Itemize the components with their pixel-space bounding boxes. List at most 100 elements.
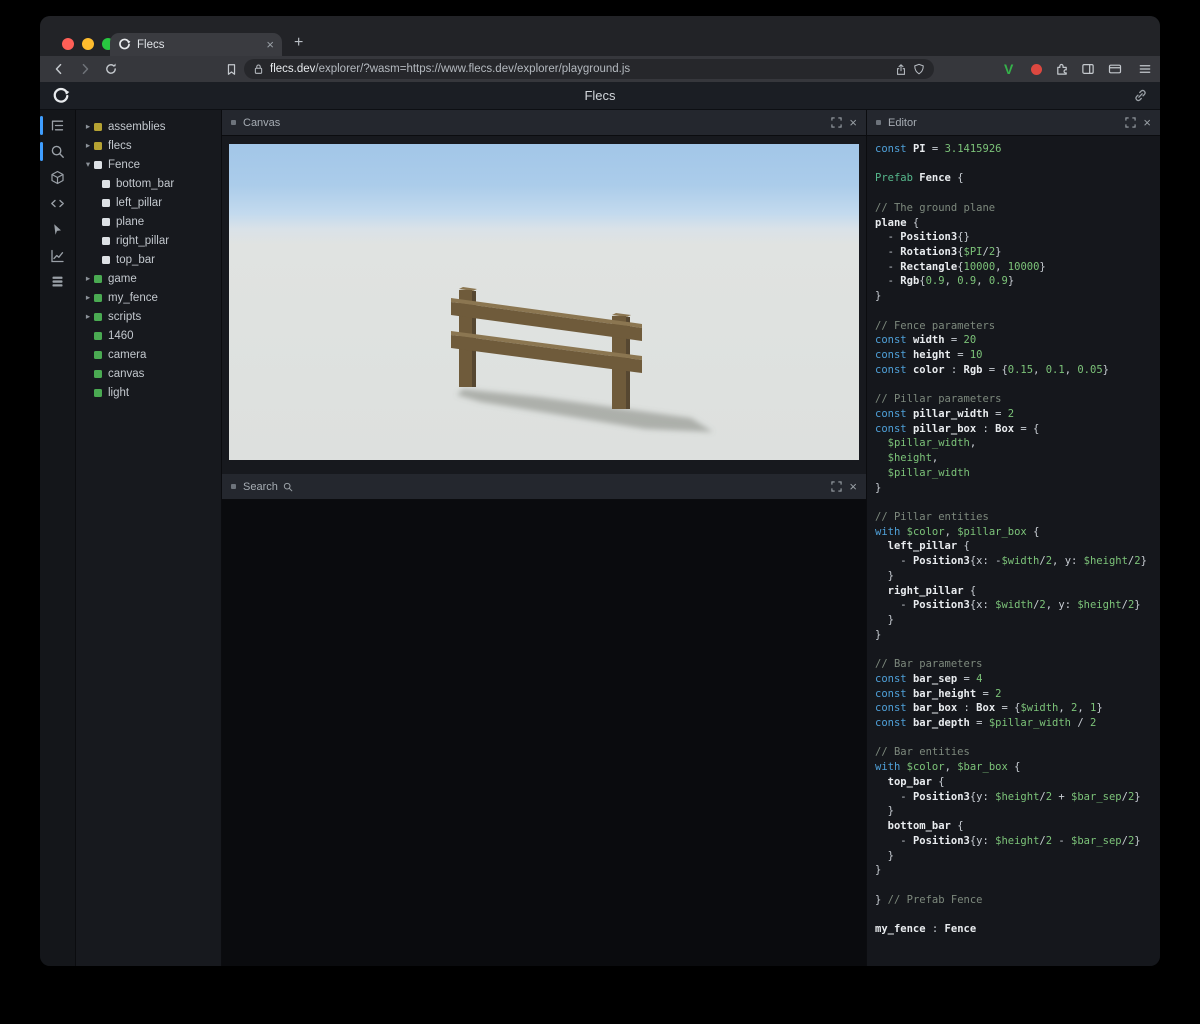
panel-expand-button[interactable]	[831, 481, 842, 492]
editor-panel: Editor × const PI = 3.1415926 Prefab Fen…	[866, 110, 1160, 966]
window-minimize-button[interactable]	[82, 38, 94, 50]
code-line: - Rectangle{10000, 10000}	[875, 260, 1160, 275]
panel-expand-button[interactable]	[1125, 117, 1136, 128]
entity-kind-swatch	[94, 161, 102, 169]
code-line: }	[875, 863, 1160, 878]
entity-kind-swatch	[102, 237, 110, 245]
code-line: // Pillar parameters	[875, 392, 1160, 407]
code-line: }	[875, 613, 1160, 628]
code-line: const bar_box : Box = {$width, 2, 1}	[875, 701, 1160, 716]
bookmark-icon[interactable]	[222, 60, 240, 78]
code-icon[interactable]	[40, 195, 75, 212]
search-icon[interactable]	[40, 143, 75, 160]
code-line	[875, 907, 1160, 922]
code-line: }	[875, 481, 1160, 496]
tree-item-left_pillar[interactable]: left_pillar	[76, 193, 221, 212]
lock-icon	[253, 63, 264, 75]
entity-kind-swatch	[102, 199, 110, 207]
code-line: }	[875, 628, 1160, 643]
tree-item-game[interactable]: ▸game	[76, 269, 221, 288]
panel-close-button[interactable]: ×	[1143, 116, 1151, 129]
code-line: - Position3{y: $height/2 - $bar_sep/2}	[875, 834, 1160, 849]
flecs-favicon-icon	[118, 38, 131, 51]
back-button[interactable]	[50, 60, 68, 78]
tree-item-label: Fence	[108, 159, 140, 171]
tree-item-label: bottom_bar	[116, 178, 174, 190]
tree-item-camera[interactable]: camera	[76, 345, 221, 364]
tree-item-scripts[interactable]: ▸scripts	[76, 307, 221, 326]
code-line: const pillar_width = 2	[875, 407, 1160, 422]
editor-code[interactable]: const PI = 3.1415926 Prefab Fence { // T…	[867, 136, 1160, 966]
code-line	[875, 495, 1160, 510]
tree-item-light[interactable]: light	[76, 383, 221, 402]
code-line: right_pillar {	[875, 584, 1160, 599]
entities-icon[interactable]	[40, 169, 75, 186]
code-line	[875, 878, 1160, 893]
tree-item-right_pillar[interactable]: right_pillar	[76, 231, 221, 250]
wallet-card-icon[interactable]	[1106, 60, 1124, 78]
code-line: - Position3{}	[875, 230, 1160, 245]
menu-icon[interactable]	[1136, 60, 1154, 78]
tree-item-label: flecs	[108, 140, 132, 152]
tree-item-bottom_bar[interactable]: bottom_bar	[76, 174, 221, 193]
panel-close-button[interactable]: ×	[849, 116, 857, 129]
code-line: - Position3{y: $height/2 + $bar_sep/2}	[875, 790, 1160, 805]
panel-close-button[interactable]: ×	[849, 480, 857, 493]
tree-item-flecs[interactable]: ▸ flecs	[76, 136, 221, 155]
sidebar-toggle-icon[interactable]	[1079, 60, 1097, 78]
code-line	[875, 157, 1160, 172]
tree-item-assemblies[interactable]: ▸assemblies	[76, 117, 221, 136]
reload-button[interactable]	[102, 60, 120, 78]
share-icon[interactable]	[895, 63, 907, 76]
chevron-expanded-icon[interactable]: ▾	[82, 159, 94, 170]
new-tab-button[interactable]: +	[294, 35, 303, 51]
entity-tree: ▸assemblies▸flecs▾Fencebottom_barleft_pi…	[75, 110, 222, 966]
chevron-collapsed-icon[interactable]: ▸	[82, 273, 94, 284]
shield-icon[interactable]	[913, 63, 925, 76]
code-line: - Position3{x: $width/2, y: $height/2}	[875, 598, 1160, 613]
chevron-collapsed-icon[interactable]: ▸	[82, 311, 94, 322]
center-column: Canvas ×	[222, 110, 866, 966]
tree-item-canvas[interactable]: canvas	[76, 364, 221, 383]
code-line: // Bar entities	[875, 745, 1160, 760]
canvas-panel-title: Canvas	[243, 117, 280, 129]
red-dot-extension-icon[interactable]	[1031, 64, 1042, 75]
tree-item-1460[interactable]: 1460	[76, 326, 221, 345]
stats-icon[interactable]	[40, 247, 75, 264]
code-line: const bar_height = 2	[875, 687, 1160, 702]
tree-item-my_fence[interactable]: ▸ my_fence	[76, 288, 221, 307]
window-close-button[interactable]	[62, 38, 74, 50]
browser-tab[interactable]: Flecs ×	[110, 33, 282, 56]
canvas-3d-viewport[interactable]	[229, 144, 859, 460]
tab-title: Flecs	[137, 39, 260, 51]
code-line: bottom_bar {	[875, 819, 1160, 834]
tree-item-label: my_fence	[108, 292, 158, 304]
queries-icon[interactable]	[40, 273, 75, 290]
chevron-collapsed-icon[interactable]: ▸	[82, 292, 94, 303]
url-text: flecs.dev/explorer/?wasm=https://www.fle…	[270, 63, 889, 75]
panel-expand-button[interactable]	[831, 117, 842, 128]
code-line: }	[875, 849, 1160, 864]
forward-button[interactable]	[76, 60, 94, 78]
outliner-icon[interactable]	[40, 117, 75, 134]
tree-item-Fence[interactable]: ▾ Fence	[76, 155, 221, 174]
entity-kind-swatch	[94, 294, 102, 302]
entity-kind-swatch	[102, 218, 110, 226]
chevron-collapsed-icon[interactable]: ▸	[82, 140, 94, 151]
inspect-icon[interactable]	[40, 221, 75, 238]
extensions-puzzle-icon[interactable]	[1053, 60, 1071, 78]
code-line: const color : Rgb = {0.15, 0.1, 0.05}	[875, 363, 1160, 378]
address-bar[interactable]: flecs.dev/explorer/?wasm=https://www.fle…	[244, 59, 934, 79]
tab-close-button[interactable]: ×	[266, 38, 274, 51]
code-line: }	[875, 804, 1160, 819]
search-panel-title: Search	[243, 481, 278, 493]
tree-item-plane[interactable]: plane	[76, 212, 221, 231]
code-line	[875, 186, 1160, 201]
tree-item-top_bar[interactable]: top_bar	[76, 250, 221, 269]
entity-kind-swatch	[94, 313, 102, 321]
code-line	[875, 304, 1160, 319]
code-line: const pillar_box : Box = {	[875, 422, 1160, 437]
entity-kind-swatch	[94, 351, 102, 359]
v-extension-icon[interactable]: V	[1004, 61, 1013, 77]
chevron-collapsed-icon[interactable]: ▸	[82, 121, 94, 132]
